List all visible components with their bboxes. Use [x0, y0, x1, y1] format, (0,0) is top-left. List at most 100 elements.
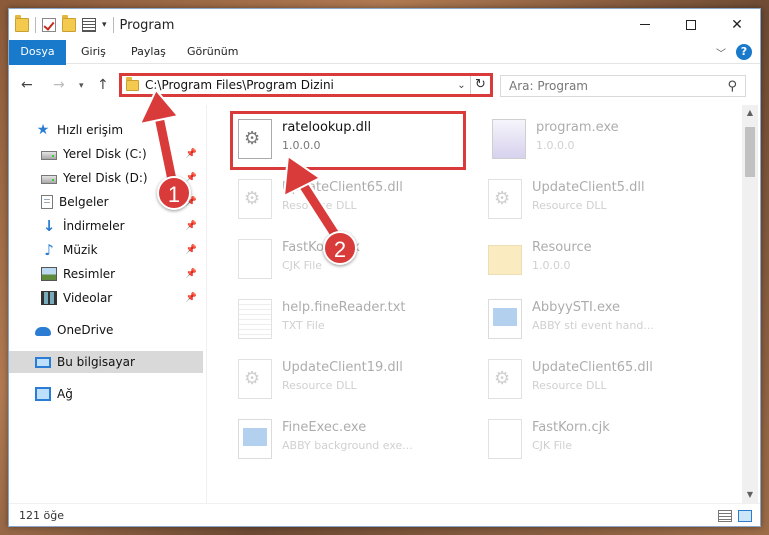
refresh-icon[interactable]: ↻	[470, 76, 490, 94]
details-view-icon[interactable]	[718, 510, 732, 522]
list-item[interactable]: AbbyySTI.exe ABBY sti event hand...	[482, 293, 722, 345]
file-name: UpdateClient19.dll	[282, 360, 403, 375]
list-item[interactable]: UpdateClient5.dll Resource DLL	[482, 173, 722, 225]
up-arrow-icon[interactable]: ↑	[97, 77, 109, 93]
list-item[interactable]: help.fineReader.txt TXT File	[232, 293, 472, 345]
text-file-icon	[238, 299, 272, 339]
sidebar-item-network[interactable]: Ağ	[9, 383, 203, 405]
sidebar-item-pictures[interactable]: Resimler 📌	[9, 263, 203, 285]
close-button[interactable]: ✕	[714, 9, 760, 40]
quick-access-toolbar: ▾ Program	[15, 15, 174, 33]
sidebar-item-onedrive[interactable]: OneDrive	[9, 319, 203, 341]
sidebar-item-label: Yerel Disk (C:)	[63, 147, 147, 161]
customize-toolbar-chevron-icon[interactable]: ▾	[102, 20, 107, 30]
help-icon[interactable]: ?	[736, 44, 752, 60]
sidebar-item-label: Ağ	[57, 387, 73, 401]
file-icon	[238, 239, 272, 279]
properties-icon[interactable]	[82, 18, 96, 32]
sidebar-item-label: Belgeler	[59, 195, 109, 209]
tab-share[interactable]: Paylaş	[119, 40, 178, 64]
address-path[interactable]: C:\Program Files\Program Dizini	[145, 78, 452, 92]
explorer-window: ▾ Program ✕ Dosya Giriş Paylaş Görünüm ﹀…	[8, 8, 761, 527]
forward-arrow-icon[interactable]: →	[53, 77, 65, 93]
list-item[interactable]: Resource 1.0.0.0	[482, 233, 722, 285]
sidebar-item-quick-access[interactable]: ★ Hızlı erişim	[9, 119, 203, 141]
pin-icon[interactable]: 📌	[186, 149, 197, 159]
folder-icon[interactable]	[15, 15, 29, 32]
highlight-box	[230, 111, 466, 170]
list-item[interactable]: FastKorn.cjk CJK File	[482, 413, 722, 465]
list-item[interactable]: program.exe 1.0.0.0	[486, 113, 726, 165]
recent-locations-chevron-icon[interactable]: ▾	[79, 81, 84, 91]
file-name: program.exe	[536, 120, 619, 135]
file-type: TXT File	[282, 319, 325, 332]
music-icon: ♪	[44, 241, 54, 259]
scroll-up-arrow-icon[interactable]: ▲	[742, 105, 758, 121]
tab-home[interactable]: Giriş	[69, 40, 118, 64]
pin-icon[interactable]: 📌	[186, 221, 197, 231]
toolbar-divider	[112, 17, 114, 33]
dll-file-icon	[238, 179, 272, 219]
exe-file-icon	[238, 419, 272, 459]
scroll-down-arrow-icon[interactable]: ▼	[742, 487, 758, 503]
minimize-button[interactable]	[622, 9, 668, 40]
folder-icon	[488, 245, 522, 275]
expand-ribbon-chevron-icon[interactable]: ﹀	[716, 45, 726, 60]
item-count: 121 öğe	[19, 509, 64, 522]
sidebar-item-local-disk-c[interactable]: Yerel Disk (C:) 📌	[9, 143, 203, 165]
computer-icon	[35, 356, 51, 368]
file-type: Resource DLL	[282, 379, 357, 392]
scrollbar-thumb[interactable]	[745, 127, 755, 177]
file-name: UpdateClient5.dll	[532, 180, 645, 195]
pin-icon[interactable]: 📌	[186, 269, 197, 279]
videos-icon	[41, 291, 57, 305]
list-item[interactable]: UpdateClient65.dll Resource DLL	[482, 353, 722, 405]
dll-file-icon	[238, 359, 272, 399]
file-version: 1.0.0.0	[536, 139, 575, 152]
sidebar-item-label: Videolar	[63, 291, 113, 305]
exe-file-icon	[492, 119, 526, 159]
list-item[interactable]: FineExec.exe ABBY background exe...	[232, 413, 472, 465]
sidebar-item-music[interactable]: ♪ Müzik 📌	[9, 239, 203, 261]
search-box[interactable]: Ara: Program ⚲	[500, 75, 746, 97]
sidebar-item-this-pc[interactable]: Bu bilgisayar	[9, 351, 203, 373]
pin-icon[interactable]: 📌	[186, 173, 197, 183]
drive-icon	[41, 174, 57, 184]
file-type: Resource DLL	[282, 199, 357, 212]
search-icon[interactable]: ⚲	[727, 79, 737, 94]
sidebar-item-label: İndirmeler	[63, 219, 125, 233]
list-item[interactable]: UpdateClient19.dll Resource DLL	[232, 353, 472, 405]
ribbon-controls: ﹀ ?	[716, 44, 752, 60]
file-name: help.fineReader.txt	[282, 300, 406, 315]
address-bar[interactable]: C:\Program Files\Program Dizini ⌄ ↻	[119, 73, 493, 97]
dll-file-icon	[488, 179, 522, 219]
sidebar-item-label: Resimler	[63, 267, 116, 281]
pictures-icon	[41, 267, 57, 281]
new-folder-icon[interactable]	[62, 15, 76, 32]
back-arrow-icon[interactable]: ←	[21, 77, 33, 93]
sidebar-item-label: Müzik	[63, 243, 98, 257]
address-history-chevron-icon[interactable]: ⌄	[452, 79, 470, 91]
sidebar-item-videos[interactable]: Videolar 📌	[9, 287, 203, 309]
downloads-icon: ↓	[42, 217, 56, 235]
file-version: 1.0.0.0	[532, 259, 571, 272]
ribbon: Dosya Giriş Paylaş Görünüm ﹀ ?	[9, 40, 760, 92]
pin-icon[interactable]: 📌	[186, 245, 197, 255]
file-name: FastKorn.cjk	[532, 420, 610, 435]
star-icon: ★	[36, 122, 50, 138]
view-switcher	[718, 510, 752, 522]
sidebar-item-label: Hızlı erişim	[57, 123, 124, 137]
tab-view[interactable]: Görünüm	[175, 40, 250, 64]
large-icons-view-icon[interactable]	[738, 510, 752, 522]
drive-icon	[41, 150, 57, 160]
maximize-button[interactable]	[668, 9, 714, 40]
step-badge-1: 1	[157, 176, 191, 210]
navigation-bar: ← → ▾ ↑ C:\Program Files\Program Dizini …	[9, 65, 760, 105]
search-input[interactable]: Ara: Program	[509, 79, 727, 93]
file-name: UpdateClient65.dll	[532, 360, 653, 375]
list-item[interactable]: UpdateClient65.dll Resource DLL	[232, 173, 472, 225]
properties-check-icon[interactable]	[42, 18, 56, 32]
vertical-scrollbar[interactable]: ▲ ▼	[742, 105, 758, 503]
pin-icon[interactable]: 📌	[186, 293, 197, 303]
sidebar-item-downloads[interactable]: ↓ İndirmeler 📌	[9, 215, 203, 237]
